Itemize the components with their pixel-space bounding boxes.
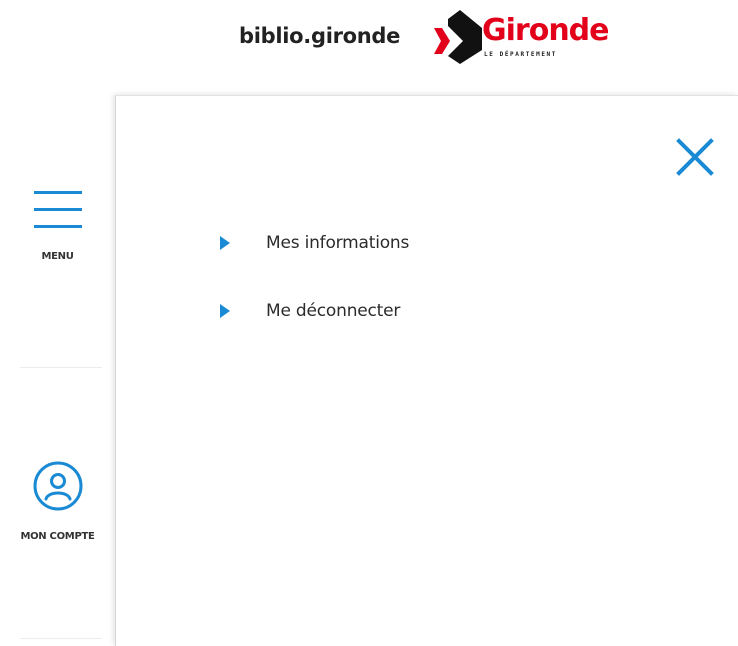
menu-button[interactable]: MENU <box>0 191 115 262</box>
logo-wordmark: Gironde <box>482 13 609 48</box>
sidebar-divider <box>20 638 102 639</box>
sidebar: MENU MON COMPTE <box>0 95 115 646</box>
close-button[interactable] <box>676 138 714 176</box>
user-circle-icon <box>33 461 82 511</box>
sidebar-divider <box>20 367 102 368</box>
caret-right-icon <box>220 304 230 318</box>
menu-label: MENU <box>41 251 74 262</box>
menu-item-label: Me déconnecter <box>266 301 401 321</box>
menu-item-mes-informations[interactable]: Mes informations <box>220 233 409 253</box>
account-menu-panel: Mes informations Me déconnecter <box>115 95 738 646</box>
hamburger-icon <box>33 191 82 228</box>
gironde-logo[interactable]: Gironde LE DÉPARTEMENT <box>430 10 620 64</box>
account-label: MON COMPTE <box>20 531 95 542</box>
account-button[interactable]: MON COMPTE <box>0 461 115 542</box>
site-name[interactable]: biblio.gironde <box>239 24 400 48</box>
site-header: biblio.gironde Gironde LE DÉPARTEMENT <box>0 0 738 95</box>
menu-item-label: Mes informations <box>266 233 410 253</box>
logo-subtitle: LE DÉPARTEMENT <box>484 51 557 58</box>
menu-item-me-deconnecter[interactable]: Me déconnecter <box>220 301 400 321</box>
caret-right-icon <box>220 236 230 250</box>
close-icon <box>676 138 714 176</box>
gironde-logo-icon <box>434 10 482 64</box>
